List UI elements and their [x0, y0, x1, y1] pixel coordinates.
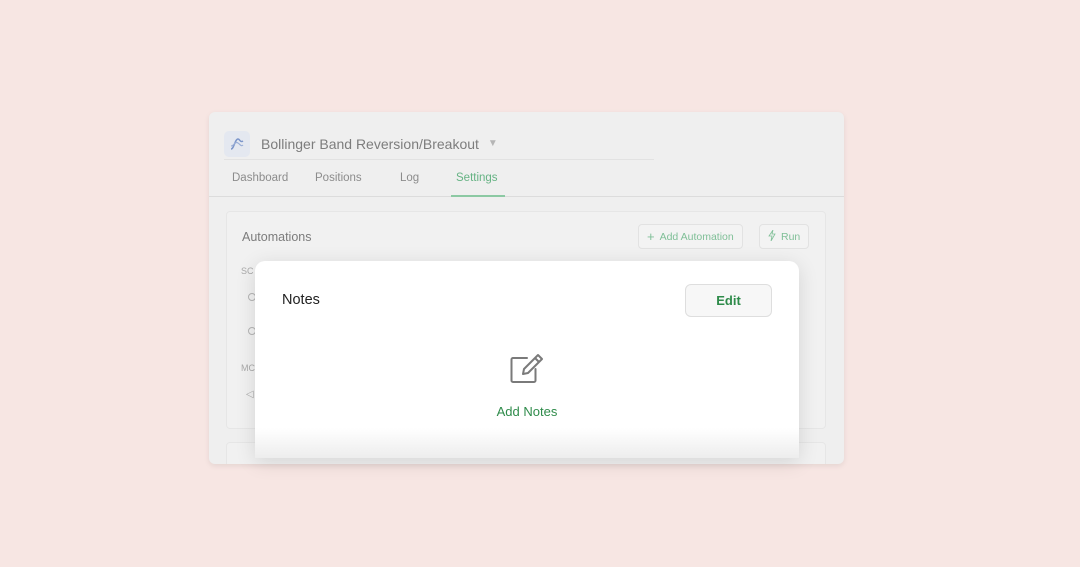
automations-title: Automations [242, 230, 312, 244]
add-notes-link[interactable]: Add Notes [255, 404, 799, 419]
add-automation-button[interactable]: + Add Automation [638, 224, 743, 249]
app-title: Bollinger Band Reversion/Breakout [261, 135, 479, 152]
tab-dashboard[interactable]: Dashboard [232, 168, 288, 197]
notes-modal: Notes Edit Add Notes [255, 261, 799, 458]
tab-log[interactable]: Log [400, 168, 419, 197]
modal-title: Notes [282, 292, 320, 308]
tab-settings[interactable]: Settings [451, 168, 505, 197]
tab-positions[interactable]: Positions [315, 168, 362, 197]
chevron-down-icon[interactable]: ▼ [488, 138, 498, 149]
tab-bar: Dashboard Positions Log Settings [209, 168, 844, 197]
section-label: SC [241, 266, 254, 276]
plus-icon: + [647, 229, 655, 244]
chart-wave-icon [224, 130, 250, 157]
modal-fade [255, 428, 799, 458]
lightning-icon [768, 229, 776, 244]
add-automation-label: Add Automation [659, 230, 734, 243]
eye-icon[interactable]: ◁ [246, 389, 254, 400]
edit-note-icon[interactable] [509, 353, 545, 385]
run-label: Run [781, 230, 801, 243]
edit-button[interactable]: Edit [685, 284, 772, 317]
app-header: Bollinger Band Reversion/Breakout ▼ [224, 128, 654, 160]
section-label: MC [241, 363, 255, 373]
run-button[interactable]: Run [759, 224, 810, 249]
